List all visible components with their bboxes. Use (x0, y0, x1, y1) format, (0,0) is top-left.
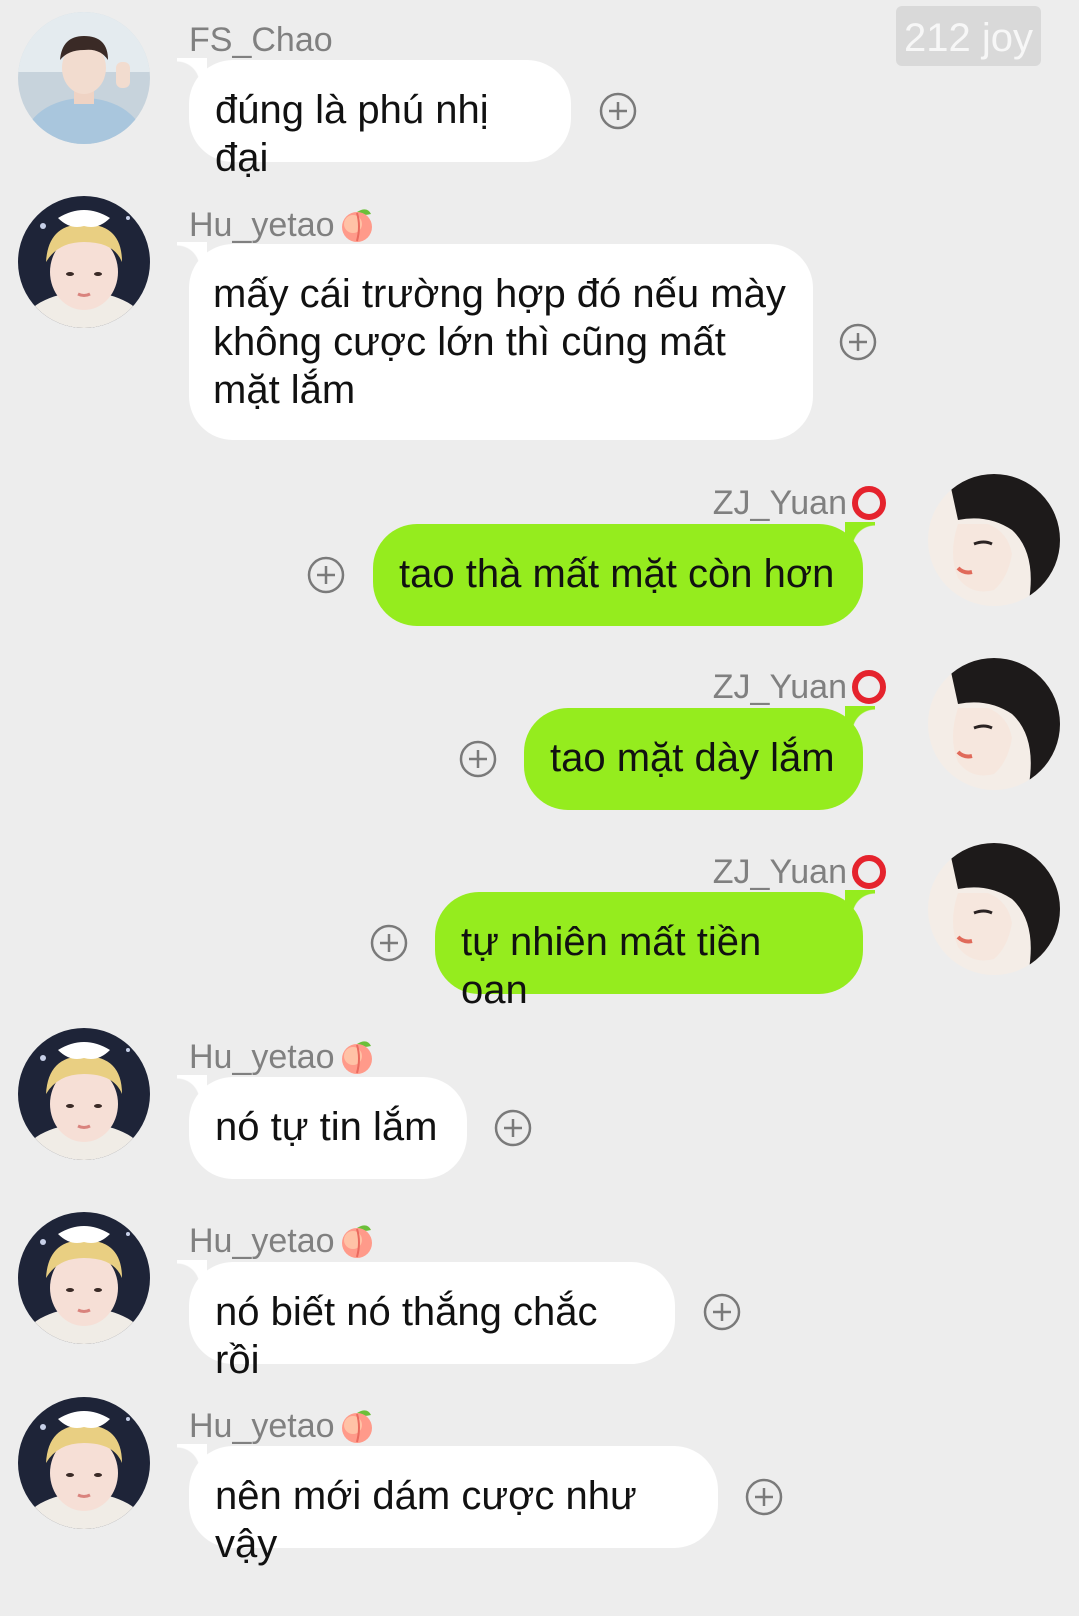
avatar-hu-yetao[interactable] (18, 196, 150, 328)
message-text: tự nhiên mất tiền oan (461, 920, 762, 1012)
add-reaction-icon[interactable] (744, 1477, 784, 1517)
add-reaction-icon[interactable] (838, 322, 878, 362)
avatar-hu-yetao[interactable] (18, 1397, 150, 1529)
sender-name: Hu_yetao (189, 1220, 377, 1261)
message-bubble[interactable]: đúng là phú nhị đại (177, 58, 571, 180)
avatar-hu-yetao[interactable] (18, 1212, 150, 1344)
message-text: tao thà mất mặt còn hơn (399, 552, 835, 596)
sender-name: Hu_yetao (189, 1036, 377, 1077)
add-reaction-icon[interactable] (702, 1292, 742, 1332)
message-bubble[interactable]: nó tự tin lắm (177, 1075, 467, 1179)
sender-name: Hu_yetao (189, 1405, 377, 1446)
sender-name: ZJ_Yuan (713, 666, 889, 707)
message-bubble[interactable]: tao mặt dày lắm (524, 706, 875, 810)
add-reaction-icon[interactable] (493, 1108, 533, 1148)
peach-emoji-icon (337, 1220, 377, 1260)
add-reaction-icon[interactable] (369, 923, 409, 963)
message-text: nó biết nó thắng chắc rồi (215, 1290, 598, 1382)
add-reaction-icon[interactable] (598, 91, 638, 131)
message-text: mấy cái trường hợp đó nếu mày không cược… (213, 272, 786, 412)
avatar-fs-chao[interactable] (18, 12, 150, 144)
avatar-hu-yetao[interactable] (18, 1028, 150, 1160)
message-bubble[interactable]: tự nhiên mất tiền oan (435, 890, 875, 1012)
red-circle-emoji-icon (849, 482, 889, 522)
add-reaction-icon[interactable] (306, 555, 346, 595)
peach-emoji-icon (337, 204, 377, 244)
message-bubble[interactable]: nên mới dám cược như vậy (177, 1444, 718, 1566)
sender-name: FS_Chao (189, 21, 333, 59)
sender-name: ZJ_Yuan (713, 851, 889, 892)
message-bubble[interactable]: tao thà mất mặt còn hơn (373, 522, 875, 626)
message-text: đúng là phú nhị đại (215, 88, 489, 180)
avatar-zj-yuan[interactable] (928, 843, 1060, 975)
peach-emoji-icon (337, 1405, 377, 1445)
message-text: tao mặt dày lắm (550, 736, 835, 780)
sender-name: ZJ_Yuan (713, 482, 889, 523)
red-circle-emoji-icon (849, 666, 889, 706)
message-bubble[interactable]: mấy cái trường hợp đó nếu mày không cược… (177, 242, 813, 440)
message-text: nên mới dám cược như vậy (215, 1474, 637, 1566)
peach-emoji-icon (337, 1036, 377, 1076)
sender-name: Hu_yetao (189, 204, 377, 245)
avatar-zj-yuan[interactable] (928, 658, 1060, 790)
red-circle-emoji-icon (849, 851, 889, 891)
message-text: nó tự tin lắm (215, 1105, 438, 1149)
avatar-zj-yuan[interactable] (928, 474, 1060, 606)
message-bubble[interactable]: nó biết nó thắng chắc rồi (177, 1260, 675, 1382)
add-reaction-icon[interactable] (458, 739, 498, 779)
watermark-label: 212 joy (896, 6, 1041, 66)
